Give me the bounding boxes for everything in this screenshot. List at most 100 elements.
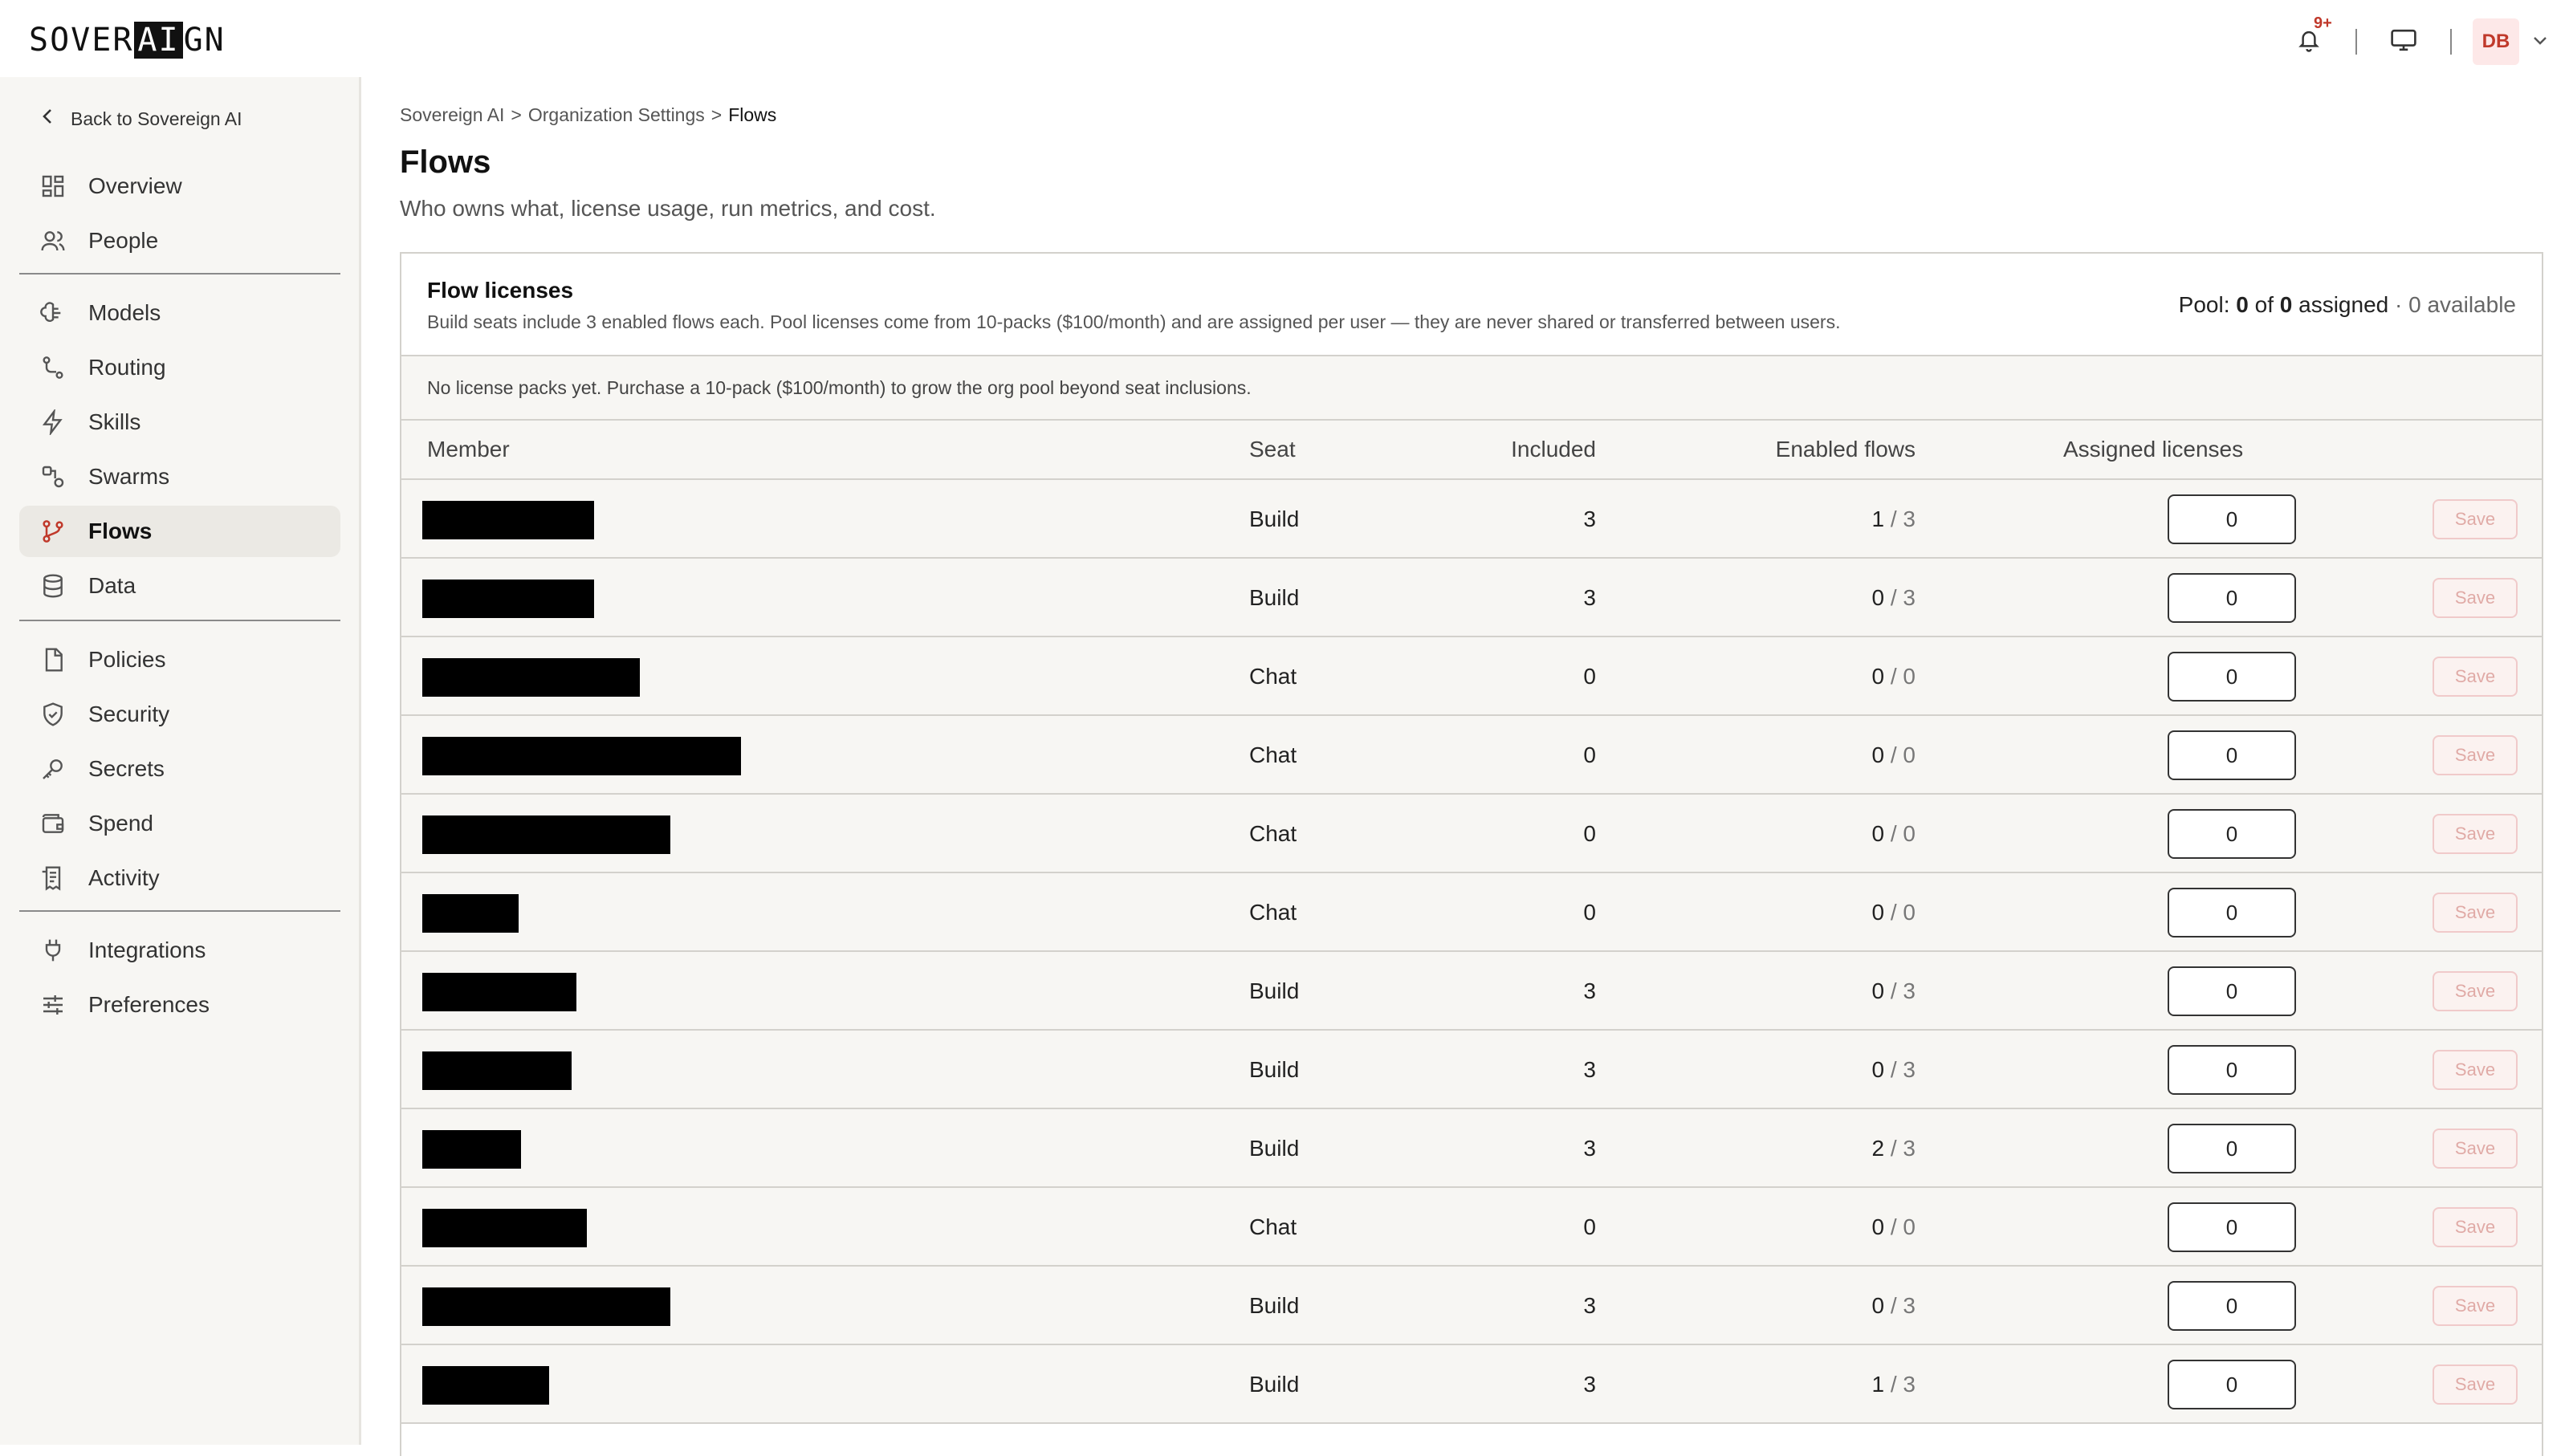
save-button[interactable]: Save bbox=[2433, 1129, 2518, 1169]
enabled-total: 3 bbox=[1903, 585, 1916, 610]
chevron-down-icon bbox=[2532, 35, 2548, 50]
sidebar-item-spend[interactable]: Spend bbox=[19, 798, 340, 849]
included-count: 3 bbox=[1583, 585, 1596, 610]
assigned-licenses-input[interactable]: 0 bbox=[2168, 1202, 2296, 1252]
header-divider bbox=[2355, 29, 2357, 55]
sidebar-item-overview[interactable]: Overview bbox=[19, 161, 340, 212]
plug-icon bbox=[37, 934, 69, 966]
enabled-total: 3 bbox=[1903, 1293, 1916, 1318]
col-member: Member bbox=[427, 437, 510, 462]
assigned-licenses-input[interactable]: 0 bbox=[2168, 809, 2296, 859]
route-icon bbox=[37, 352, 69, 384]
wallet-icon bbox=[37, 807, 69, 840]
included-count: 0 bbox=[1583, 1214, 1596, 1239]
save-button[interactable]: Save bbox=[2433, 1364, 2518, 1405]
enabled-separator: / bbox=[1884, 742, 1903, 767]
seat-type: Chat bbox=[1249, 1214, 1297, 1239]
sidebar-item-people[interactable]: People bbox=[19, 215, 340, 266]
sidebar-item-models[interactable]: Models bbox=[19, 287, 340, 339]
licenses-title: Flow licenses bbox=[427, 278, 574, 303]
assigned-licenses-input[interactable]: 0 bbox=[2168, 652, 2296, 702]
enabled-total: 0 bbox=[1903, 664, 1916, 689]
account-menu-toggle[interactable] bbox=[2527, 16, 2553, 67]
save-button[interactable]: Save bbox=[2433, 578, 2518, 618]
sidebar-item-label: Activity bbox=[88, 865, 160, 890]
save-button[interactable]: Save bbox=[2433, 1050, 2518, 1090]
included-count: 3 bbox=[1583, 1057, 1596, 1082]
sidebar-item-label: Routing bbox=[88, 355, 166, 380]
licenses-header: Flow licenses Build seats include 3 enab… bbox=[401, 254, 2542, 356]
seat-type: Chat bbox=[1249, 664, 1297, 689]
sidebar-item-label: Data bbox=[88, 573, 136, 598]
enabled-flows: 0 / 0 bbox=[1872, 1188, 1916, 1267]
pool-summary: Pool: 0 of 0 assigned · 0 available bbox=[2179, 292, 2516, 318]
redacted-member-name bbox=[422, 737, 741, 775]
sidebar-item-label: Flows bbox=[88, 519, 153, 543]
sidebar-item-preferences[interactable]: Preferences bbox=[19, 979, 340, 1031]
sidebar-item-label: Security bbox=[88, 702, 170, 726]
save-button[interactable]: Save bbox=[2433, 893, 2518, 933]
sidebar-item-label: Secrets bbox=[88, 756, 165, 781]
notifications-button[interactable]: 9+ bbox=[2283, 14, 2335, 67]
assigned-licenses-input[interactable]: 0 bbox=[2168, 730, 2296, 780]
table-row: Build 3 0 / 3 0 Save bbox=[401, 559, 2542, 637]
assigned-licenses-input[interactable]: 0 bbox=[2168, 494, 2296, 544]
sidebar-item-activity[interactable]: Activity bbox=[19, 852, 340, 904]
pool-total-count: 0 bbox=[2279, 292, 2293, 317]
sidebar-item-policies[interactable]: Policies bbox=[19, 634, 340, 685]
enabled-count: 0 bbox=[1871, 664, 1885, 689]
breadcrumb: Sovereign AI > Organization Settings > F… bbox=[400, 104, 776, 126]
sidebar-item-data[interactable]: Data bbox=[19, 560, 340, 612]
enabled-count: 0 bbox=[1871, 1057, 1885, 1082]
sidebar-item-flows[interactable]: Flows bbox=[19, 506, 340, 557]
enabled-flows: 1 / 3 bbox=[1872, 480, 1916, 559]
sidebar-item-security[interactable]: Security bbox=[19, 689, 340, 740]
license-table-body: Build 3 1 / 3 0 Save Build 3 0 / 3 0 Save Chat 0 0 /… bbox=[401, 480, 2542, 1424]
key-icon bbox=[37, 753, 69, 785]
redacted-member-name bbox=[422, 501, 594, 539]
swarm-icon bbox=[37, 461, 69, 493]
sidebar-item-label: Policies bbox=[88, 647, 166, 672]
assigned-licenses-input[interactable]: 0 bbox=[2168, 1281, 2296, 1331]
included-count: 3 bbox=[1583, 1372, 1596, 1397]
assigned-licenses-input[interactable]: 0 bbox=[2168, 1124, 2296, 1173]
save-button[interactable]: Save bbox=[2433, 1286, 2518, 1326]
save-button[interactable]: Save bbox=[2433, 1207, 2518, 1247]
save-button[interactable]: Save bbox=[2433, 971, 2518, 1011]
assigned-licenses-input[interactable]: 0 bbox=[2168, 966, 2296, 1016]
sidebar-item-secrets[interactable]: Secrets bbox=[19, 743, 340, 795]
table-row: Chat 0 0 / 0 0 Save bbox=[401, 716, 2542, 795]
header-divider bbox=[2450, 29, 2452, 55]
save-button[interactable]: Save bbox=[2433, 814, 2518, 854]
user-avatar[interactable]: DB bbox=[2473, 18, 2519, 65]
breadcrumb-item[interactable]: Sovereign AI bbox=[400, 104, 504, 126]
sidebar-item-integrations[interactable]: Integrations bbox=[19, 925, 340, 976]
sovereign-logo[interactable]: SOVER AI GN bbox=[29, 19, 226, 61]
enabled-flows: 0 / 3 bbox=[1872, 1031, 1916, 1109]
back-to-sovereign-link[interactable]: Back to Sovereign AI bbox=[42, 108, 242, 130]
sidebar-item-routing[interactable]: Routing bbox=[19, 342, 340, 393]
sidebar-divider bbox=[19, 620, 340, 621]
enabled-total: 3 bbox=[1903, 1057, 1916, 1082]
enabled-flows: 0 / 0 bbox=[1872, 795, 1916, 873]
receipt-icon bbox=[37, 862, 69, 894]
sidebar-item-skills[interactable]: Skills bbox=[19, 397, 340, 448]
enabled-flows: 0 / 0 bbox=[1872, 716, 1916, 795]
enabled-flows: 0 / 3 bbox=[1872, 952, 1916, 1031]
pool-available: · 0 available bbox=[2395, 292, 2516, 317]
sidebar-item-swarms[interactable]: Swarms bbox=[19, 451, 340, 502]
breadcrumb-item[interactable]: Organization Settings bbox=[528, 104, 705, 126]
redacted-member-name bbox=[422, 815, 670, 854]
assigned-licenses-input[interactable]: 0 bbox=[2168, 1360, 2296, 1409]
assigned-licenses-input[interactable]: 0 bbox=[2168, 888, 2296, 937]
save-button[interactable]: Save bbox=[2433, 657, 2518, 697]
included-count: 0 bbox=[1583, 742, 1596, 767]
sidebar-divider bbox=[19, 273, 340, 275]
included-count: 3 bbox=[1583, 1293, 1596, 1318]
assigned-licenses-input[interactable]: 0 bbox=[2168, 1045, 2296, 1095]
save-button[interactable]: Save bbox=[2433, 499, 2518, 539]
enabled-total: 3 bbox=[1903, 978, 1916, 1003]
save-button[interactable]: Save bbox=[2433, 735, 2518, 775]
assigned-licenses-input[interactable]: 0 bbox=[2168, 573, 2296, 623]
display-button[interactable] bbox=[2378, 16, 2429, 67]
